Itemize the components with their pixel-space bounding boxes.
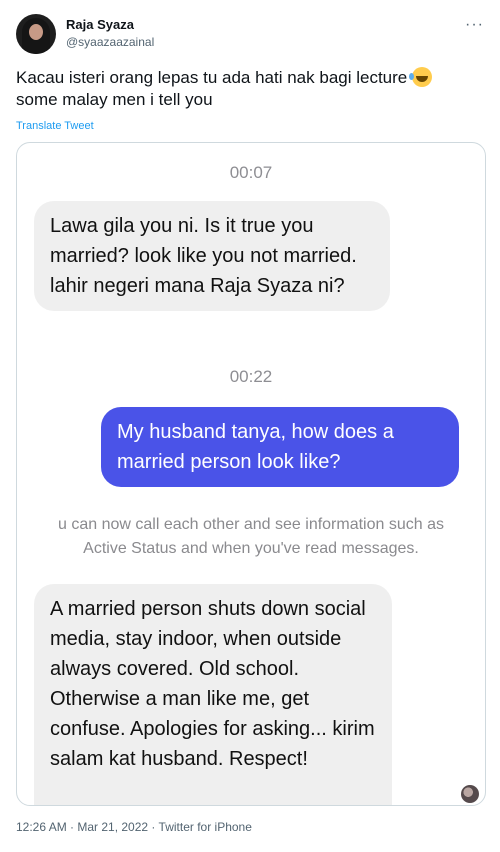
tweet-text: Kacau isteri orang lepas tu ada hati nak…	[16, 67, 486, 111]
author-avatar[interactable]	[16, 14, 56, 54]
tweet-text-line-2: some malay men i tell you	[16, 90, 213, 109]
outgoing-message-bubble: My husband tanya, how does a married per…	[101, 407, 459, 487]
author-handle[interactable]: @syaazaazainal	[66, 35, 154, 49]
contact-avatar	[461, 785, 479, 803]
system-notice: u can now call each other and see inform…	[17, 513, 485, 561]
author-name[interactable]: Raja Syaza	[66, 17, 134, 32]
message-timestamp: 00:22	[229, 367, 273, 386]
translate-tweet-link[interactable]: Translate Tweet	[16, 120, 94, 132]
incoming-message-bubble: A married person shuts down social media…	[34, 584, 392, 805]
tweet-header: Raja Syaza @syaazaazainal ···	[16, 14, 484, 58]
incoming-message-bubble: Lawa gila you ni. Is it true you married…	[34, 201, 390, 311]
system-notice-line-1: u can now call each other and see inform…	[57, 516, 444, 533]
tweet-text-line-1: Kacau isteri orang lepas tu ada hati nak…	[16, 68, 408, 87]
message-timestamp: 00:07	[229, 163, 273, 182]
rolling-on-floor-laughing-icon	[408, 67, 432, 87]
more-options-icon[interactable]: ···	[465, 16, 484, 34]
attached-image[interactable]: 00:07 Lawa gila you ni. Is it true you m…	[16, 142, 486, 806]
system-notice-line-2: Active Status and when you've read messa…	[83, 540, 419, 557]
tweet-meta[interactable]: 12:26 AM · Mar 21, 2022 · Twitter for iP…	[16, 820, 252, 834]
